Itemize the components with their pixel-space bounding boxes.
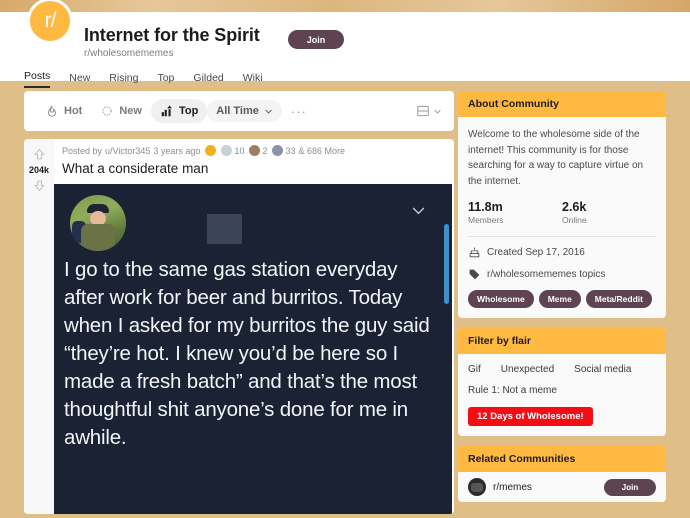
chevron-down-icon[interactable]	[410, 202, 427, 219]
post-feed: Hot New Top All Time ··· 204k Posted by …	[24, 91, 454, 514]
chevron-down-icon	[434, 109, 441, 114]
topics-label: r/wholesomememes topics	[487, 269, 606, 280]
flair-row-two: Rule 1: Not a meme	[468, 385, 656, 396]
community-title: Internet for the Spirit	[84, 25, 260, 45]
helpful-award-icon	[249, 145, 261, 156]
meme-text: I go to the same gas station everyday af…	[64, 258, 430, 450]
silver-award-icon	[221, 145, 233, 156]
vote-count: 204k	[28, 165, 50, 175]
post-content: Posted by u/Victor345 3 years ago 10 2 3…	[54, 139, 454, 514]
flair-row-one: Gif Unexpected Social media	[468, 364, 656, 375]
redacted-username-box	[207, 214, 242, 244]
award-wholesome-count: 33	[285, 145, 296, 156]
community-stats: 11.8m Members 2.6k Online	[468, 200, 656, 225]
award-silver-count: 10	[234, 145, 245, 156]
sort-top-label: Top	[178, 105, 199, 117]
award-helpful-count: 2	[262, 145, 268, 156]
created-date: Created Sep 17, 2016	[487, 247, 585, 258]
bar-chart-arrow-icon	[161, 105, 172, 117]
online-stat: 2.6k Online	[562, 200, 656, 225]
tag-icon	[469, 269, 480, 280]
page-body: Hot New Top All Time ··· 204k Posted by …	[0, 81, 690, 518]
chevron-down-icon	[265, 109, 272, 114]
filter-by-flair-panel: Filter by flair Gif Unexpected Social me…	[458, 328, 666, 436]
award-helpful[interactable]: 2	[249, 145, 267, 156]
time-filter-dropdown[interactable]: All Time	[207, 100, 282, 122]
related-community-avatar	[468, 478, 486, 496]
wholesome-award-icon	[272, 145, 284, 156]
members-count: 11.8m	[468, 200, 503, 214]
community-header: r/ Internet for the Spirit Join r/wholes…	[0, 0, 690, 88]
posted-by-label: Posted by	[62, 145, 103, 156]
topic-pill-wholesome[interactable]: Wholesome	[468, 290, 534, 308]
sort-new-label: New	[119, 105, 142, 117]
related-communities-heading: Related Communities	[458, 446, 666, 472]
community-banner	[0, 0, 690, 12]
sort-bar: Hot New Top All Time ···	[24, 91, 454, 131]
community-description: Welcome to the wholesome side of the int…	[468, 129, 644, 187]
sidebar-divider	[468, 236, 656, 237]
award-wholesome[interactable]: 33	[272, 145, 295, 156]
related-communities-panel: Related Communities r/memes Join	[458, 446, 666, 502]
sort-top-button[interactable]: Top	[150, 99, 208, 123]
award-silver[interactable]: 10	[221, 145, 244, 156]
flair-rule-1-not-a-meme[interactable]: Rule 1: Not a meme	[468, 385, 557, 396]
about-community-heading: About Community	[458, 91, 666, 117]
post-card: 204k Posted by u/Victor345 3 years ago 1…	[24, 139, 454, 514]
flair-unexpected[interactable]: Unexpected	[501, 364, 554, 375]
online-count: 2.6k	[562, 200, 587, 214]
vote-column: 204k	[24, 139, 54, 514]
sidebar: About Community Welcome to the wholesome…	[458, 91, 666, 512]
image-scrollbar[interactable]	[444, 224, 449, 304]
related-community-name[interactable]: r/memes	[493, 482, 597, 493]
downvote-icon[interactable]	[32, 178, 47, 193]
related-community-row[interactable]: r/memes Join	[458, 472, 666, 502]
view-mode-toggle[interactable]	[416, 104, 442, 118]
related-community-join-button[interactable]: Join	[604, 478, 656, 496]
award-gold[interactable]	[205, 145, 217, 156]
filter-by-flair-body: Gif Unexpected Social media Rule 1: Not …	[458, 354, 666, 436]
post-image[interactable]: I go to the same gas station everyday af…	[54, 184, 452, 514]
post-metadata: Posted by u/Victor345 3 years ago 10 2 3…	[62, 145, 454, 156]
meme-profile-photo	[70, 195, 126, 251]
reddit-community-page: r/ Internet for the Spirit Join r/wholes…	[0, 0, 690, 518]
join-button[interactable]: Join	[288, 30, 344, 49]
reddit-r-slash-icon: r/	[44, 8, 57, 32]
topic-pill-meta-reddit[interactable]: Meta/Reddit	[585, 290, 652, 308]
post-timestamp: 3 years ago	[153, 145, 201, 156]
sort-hot-label: Hot	[64, 105, 83, 117]
time-filter-label: All Time	[216, 105, 259, 117]
members-stat: 11.8m Members	[468, 200, 562, 225]
online-label: Online	[562, 215, 587, 225]
upvote-icon[interactable]	[32, 147, 47, 162]
members-label: Members	[468, 215, 504, 225]
community-avatar[interactable]: r/	[27, 0, 73, 44]
gold-award-icon	[205, 145, 217, 156]
more-awards-link[interactable]: & 686 More	[298, 146, 345, 156]
filter-by-flair-heading: Filter by flair	[458, 328, 666, 354]
topics-row: r/wholesomememes topics	[468, 268, 656, 281]
meme-photo-body	[81, 224, 115, 251]
post-author-link[interactable]: u/Victor345	[105, 146, 150, 156]
cake-icon	[469, 247, 480, 258]
card-view-icon	[417, 105, 429, 117]
sort-new-button[interactable]: New	[91, 99, 151, 123]
about-community-body: Welcome to the wholesome side of the int…	[458, 117, 666, 318]
flair-gif[interactable]: Gif	[468, 364, 481, 375]
flair-badge-12-days-of-wholesome[interactable]: 12 Days of Wholesome!	[468, 407, 593, 426]
about-community-panel: About Community Welcome to the wholesome…	[458, 91, 666, 318]
sort-hot-button[interactable]: Hot	[36, 99, 91, 123]
flair-social-media[interactable]: Social media	[574, 364, 631, 375]
created-date-row: Created Sep 17, 2016	[468, 246, 656, 259]
community-subreddit-name: r/wholesomememes	[84, 48, 174, 59]
more-options-button[interactable]: ···	[282, 105, 316, 118]
topic-pills: Wholesome Meme Meta/Reddit	[468, 290, 656, 308]
post-title[interactable]: What a considerate man	[62, 161, 454, 176]
topic-pill-meme[interactable]: Meme	[538, 290, 581, 308]
sparkle-icon	[102, 106, 112, 116]
flame-icon	[48, 105, 56, 117]
